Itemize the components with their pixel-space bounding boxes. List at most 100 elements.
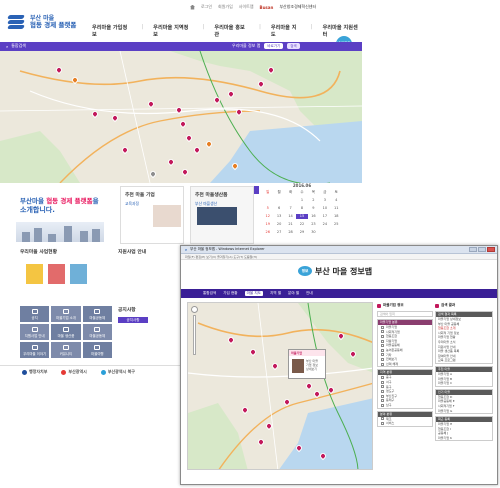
calendar-day[interactable]: 22: [296, 222, 307, 227]
calendar-day[interactable]: 13: [273, 214, 284, 219]
quick-tile[interactable]: 마을공동체: [82, 324, 112, 340]
result-item[interactable]: 마을기업 K: [436, 436, 492, 441]
promo-thumbnail[interactable]: [26, 264, 43, 284]
recommended-company-panel[interactable]: 추천 마을 기업 교육과정: [120, 186, 184, 244]
gnb-join-info[interactable]: 우리마을 가입정보: [92, 24, 131, 38]
pan-control[interactable]: [191, 306, 198, 313]
checkbox-icon[interactable]: [381, 330, 384, 334]
gnb-region-info[interactable]: 우리마을 지역정보: [153, 24, 192, 38]
maximize-button[interactable]: [478, 247, 486, 252]
filter-option[interactable]: 남구: [378, 403, 432, 408]
calendar-day[interactable]: 25: [331, 222, 342, 227]
map-shortcut-button[interactable]: 바로가기: [264, 43, 284, 49]
calendar-day[interactable]: 15: [296, 214, 308, 219]
quick-tile[interactable]: 마을공동체: [82, 306, 112, 322]
calendar-day[interactable]: 10: [319, 206, 330, 211]
calendar-day[interactable]: 6: [273, 206, 284, 211]
util-link-login[interactable]: 로그인: [201, 4, 212, 10]
checkbox-icon[interactable]: [381, 339, 384, 343]
calendar-day[interactable]: 9: [308, 206, 319, 211]
calendar-day[interactable]: 24: [319, 222, 330, 227]
promo-thumbnail[interactable]: [48, 264, 65, 284]
footer-logo-busan[interactable]: 부산광역시: [61, 369, 87, 375]
nav-guide[interactable]: 안내: [306, 291, 313, 296]
gnb-promo[interactable]: 우리마을 홍보관: [214, 24, 249, 38]
partner-logo[interactable]: Busan: [260, 5, 274, 10]
calendar-day[interactable]: 14: [285, 214, 296, 219]
nav-category[interactable]: 분야 별: [288, 291, 299, 296]
calendar-day[interactable]: 4: [331, 198, 342, 203]
checkbox-icon[interactable]: [381, 399, 384, 403]
calendar-day[interactable]: 18: [331, 214, 342, 219]
checkbox-icon[interactable]: [381, 417, 384, 421]
checkbox-icon[interactable]: [381, 380, 384, 384]
front-map[interactable]: 마을기업 부산 마을 기업 정보 상세보기: [187, 302, 373, 470]
checkbox-icon[interactable]: [381, 325, 384, 329]
nav-map[interactable]: 마을 지도: [244, 291, 263, 296]
zoom-slider[interactable]: [193, 315, 196, 355]
home-icon[interactable]: [190, 4, 195, 10]
filter-search-input[interactable]: 검색어 입력: [377, 311, 433, 317]
info-logo-badge[interactable]: 정보: [298, 266, 312, 276]
map-search-button[interactable]: 검색: [287, 43, 300, 49]
checkbox-icon[interactable]: [381, 394, 384, 398]
calendar-day[interactable]: 27: [273, 230, 284, 235]
quick-tile[interactable]: 마을기업 소개: [51, 306, 81, 322]
calendar-day[interactable]: 28: [285, 230, 296, 235]
calendar-day[interactable]: 30: [308, 230, 319, 235]
filter-option[interactable]: 선택 해제: [378, 362, 432, 367]
nav-region[interactable]: 지역 별: [270, 291, 281, 296]
close-button[interactable]: [487, 247, 495, 252]
calendar-day[interactable]: 3: [319, 198, 330, 203]
calendar-day[interactable]: 21: [285, 222, 296, 227]
map-info-popup[interactable]: 마을기업 부산 마을 기업 정보 상세보기: [288, 349, 326, 379]
calendar-day[interactable]: 20: [273, 222, 284, 227]
partner-label[interactable]: 부산창조경제혁신센터: [279, 4, 316, 10]
checkbox-icon[interactable]: [381, 376, 384, 380]
checkbox-icon[interactable]: [381, 389, 384, 393]
quick-tile[interactable]: 마을 생산품: [51, 324, 81, 340]
util-link-join[interactable]: 회원가입: [218, 4, 233, 10]
panel-prev-arrow[interactable]: [254, 186, 259, 194]
gnb-map[interactable]: 우리마을 지도: [271, 24, 301, 38]
calendar-day[interactable]: 11: [331, 206, 342, 211]
checkbox-icon[interactable]: [381, 385, 384, 389]
calendar-day[interactable]: 12: [262, 214, 273, 219]
result-item[interactable]: 마을기업 G: [436, 409, 492, 414]
filter-option[interactable]: 서비스: [378, 421, 432, 426]
calendar-day[interactable]: 5: [262, 206, 273, 211]
nav-join-status[interactable]: 가입 현황: [223, 291, 237, 296]
minimize-button[interactable]: [469, 247, 477, 252]
nav-search[interactable]: 통합검색: [203, 291, 216, 296]
recommended-product-panel[interactable]: 추천 마을생산품 부산 마을생산: [190, 186, 254, 244]
notice-tab[interactable]: 공지사항: [118, 317, 148, 323]
footer-logo-mois[interactable]: 행정자치부: [22, 369, 47, 375]
calendar-day[interactable]: 19: [262, 222, 273, 227]
calendar-day[interactable]: 1: [296, 198, 307, 203]
calendar-day[interactable]: 26: [262, 230, 273, 235]
footer-logo-bukgu[interactable]: 부산광역시 북구: [100, 369, 135, 375]
util-link-sitemap[interactable]: 사이트맵: [239, 4, 254, 10]
checkbox-icon[interactable]: [381, 334, 384, 338]
checkbox-icon[interactable]: [381, 353, 384, 357]
back-map[interactable]: [0, 51, 362, 183]
checkbox-icon[interactable]: [381, 421, 384, 425]
checkbox-icon[interactable]: [381, 403, 384, 407]
window-titlebar[interactable]: e 부산 마을 정보맵 - Windows Internet Explorer: [181, 246, 497, 254]
promo-thumbnail[interactable]: [70, 264, 87, 284]
calendar-day[interactable]: 2: [308, 198, 319, 203]
calendar-day[interactable]: 16: [308, 214, 319, 219]
quick-tile[interactable]: 공지: [20, 306, 50, 322]
calendar-day[interactable]: 23: [308, 222, 319, 227]
quick-tile[interactable]: 우리마을 이야기: [20, 342, 50, 358]
result-item[interactable]: 교육 프로그램: [436, 358, 492, 363]
checkbox-icon[interactable]: [381, 357, 384, 361]
quick-tile[interactable]: 마을여행: [82, 342, 112, 358]
calendar-day[interactable]: 29: [296, 230, 307, 235]
checkbox-icon[interactable]: [381, 348, 384, 352]
quick-tile[interactable]: 커뮤니티: [51, 342, 81, 358]
calendar-day[interactable]: 8: [296, 206, 307, 211]
checkbox-icon[interactable]: [381, 344, 384, 348]
site-logo[interactable]: 부산 마을 협동 경제 플랫폼: [6, 12, 76, 32]
result-item[interactable]: 마을기업 C: [436, 381, 492, 386]
